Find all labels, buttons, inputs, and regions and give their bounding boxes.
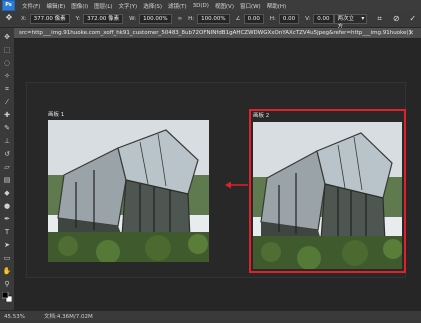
pen-icon[interactable]: ✒	[2, 214, 12, 224]
menu-image[interactable]: 图像(I)	[68, 2, 91, 10]
healing-brush-icon[interactable]: ✚	[2, 110, 12, 120]
magic-wand-icon[interactable]: ✧	[2, 71, 12, 81]
options-bar: ✥ X: 377.00 像素 Y: 372.00 像素 W: 100.00% ∞…	[0, 11, 421, 30]
zoom-icon[interactable]: ⚲	[2, 279, 12, 289]
angle-field[interactable]: 0.00	[243, 14, 264, 24]
history-brush-icon[interactable]: ↺	[2, 149, 12, 159]
menu-filter[interactable]: 滤镜(T)	[165, 2, 190, 10]
menu-3d[interactable]: 3D(D)	[190, 3, 212, 9]
gradient-icon[interactable]: ▤	[2, 175, 12, 185]
marquee-icon[interactable]: ⬚	[2, 45, 12, 55]
hskew-label: H:	[269, 16, 276, 22]
menu-select[interactable]: 选择(S)	[140, 2, 165, 10]
brush-icon[interactable]: ✎	[2, 123, 12, 133]
warp-icon[interactable]: ⌗	[375, 14, 384, 24]
tools-panel: ✥ ⬚ ◌ ✧ ⌗ ⁄ ✚ ✎ ⊥ ↺ ▱ ▤ ◆ ● ✒ T ➤ ▭ ✋ ⚲	[0, 28, 15, 310]
type-icon[interactable]: T	[2, 227, 12, 237]
angle-icon: ∠	[235, 16, 241, 22]
menu-type[interactable]: 文字(Y)	[116, 2, 141, 10]
hand-icon[interactable]: ✋	[2, 266, 12, 276]
height-field[interactable]: 100.00%	[197, 14, 230, 24]
close-tab-icon[interactable]: ✕	[406, 28, 416, 38]
lasso-icon[interactable]: ◌	[2, 58, 12, 68]
hskew-field[interactable]: 0.00	[278, 14, 300, 24]
cancel-icon[interactable]: ⊘	[392, 14, 401, 24]
dodge-icon[interactable]: ●	[2, 201, 12, 211]
menu-window[interactable]: 窗口(W)	[237, 2, 264, 10]
x-label: X:	[20, 16, 27, 22]
status-bar: 45.53% 文档:4.36M/7.02M	[0, 310, 421, 323]
doc-size: 文档:4.36M/7.02M	[44, 314, 93, 320]
vskew-label: V:	[305, 16, 311, 22]
vskew-field[interactable]: 0.00	[313, 14, 334, 24]
y-label: Y:	[75, 16, 81, 22]
arrow-icon	[225, 181, 248, 189]
link-icon[interactable]: ∞	[178, 16, 183, 22]
document-tab[interactable]: src=http___img.91huoke.com_xoff_hk91_cus…	[14, 28, 411, 38]
photoshop-logo: Ps	[2, 0, 15, 11]
artboard-1-label[interactable]: 画板 1	[48, 110, 64, 118]
crop-icon[interactable]: ⌗	[2, 84, 12, 94]
menu-layer[interactable]: 图层(L)	[91, 2, 115, 10]
document-tab-bar: src=http___img.91huoke.com_xoff_hk91_cus…	[14, 28, 421, 39]
commit-check-icon[interactable]: ✓	[408, 14, 417, 24]
x-position-field[interactable]: 377.00 像素	[29, 14, 70, 24]
eyedropper-icon[interactable]: ⁄	[2, 97, 12, 107]
transform-selection-box[interactable]	[249, 109, 406, 273]
w-label: W:	[129, 16, 137, 22]
move-icon[interactable]: ✥	[2, 32, 12, 42]
path-select-icon[interactable]: ➤	[2, 240, 12, 250]
artboard-1[interactable]: 画板 1	[48, 112, 209, 264]
h-label: H:	[188, 16, 195, 22]
interpolation-select[interactable]: 两次立方	[333, 14, 368, 30]
move-tool-icon[interactable]: ✥	[3, 13, 15, 25]
menu-bar: Ps 文件(F) 编辑(E) 图像(I) 图层(L) 文字(Y) 选择(S) 滤…	[0, 0, 421, 11]
menu-view[interactable]: 视图(V)	[212, 2, 237, 10]
shape-icon[interactable]: ▭	[2, 253, 12, 263]
color-swatches-icon[interactable]	[1, 291, 13, 303]
menu-file[interactable]: 文件(F)	[19, 2, 43, 10]
blur-icon[interactable]: ◆	[2, 188, 12, 198]
greenhouse-photo-1	[48, 120, 209, 264]
clone-stamp-icon[interactable]: ⊥	[2, 136, 12, 146]
menu-help[interactable]: 帮助(H)	[264, 2, 289, 10]
eraser-icon[interactable]: ▱	[2, 162, 12, 172]
width-field[interactable]: 100.00%	[139, 14, 172, 24]
zoom-level[interactable]: 45.53%	[4, 311, 25, 323]
y-position-field[interactable]: 372.00 像素	[83, 14, 124, 24]
menu-edit[interactable]: 编辑(E)	[43, 2, 68, 10]
